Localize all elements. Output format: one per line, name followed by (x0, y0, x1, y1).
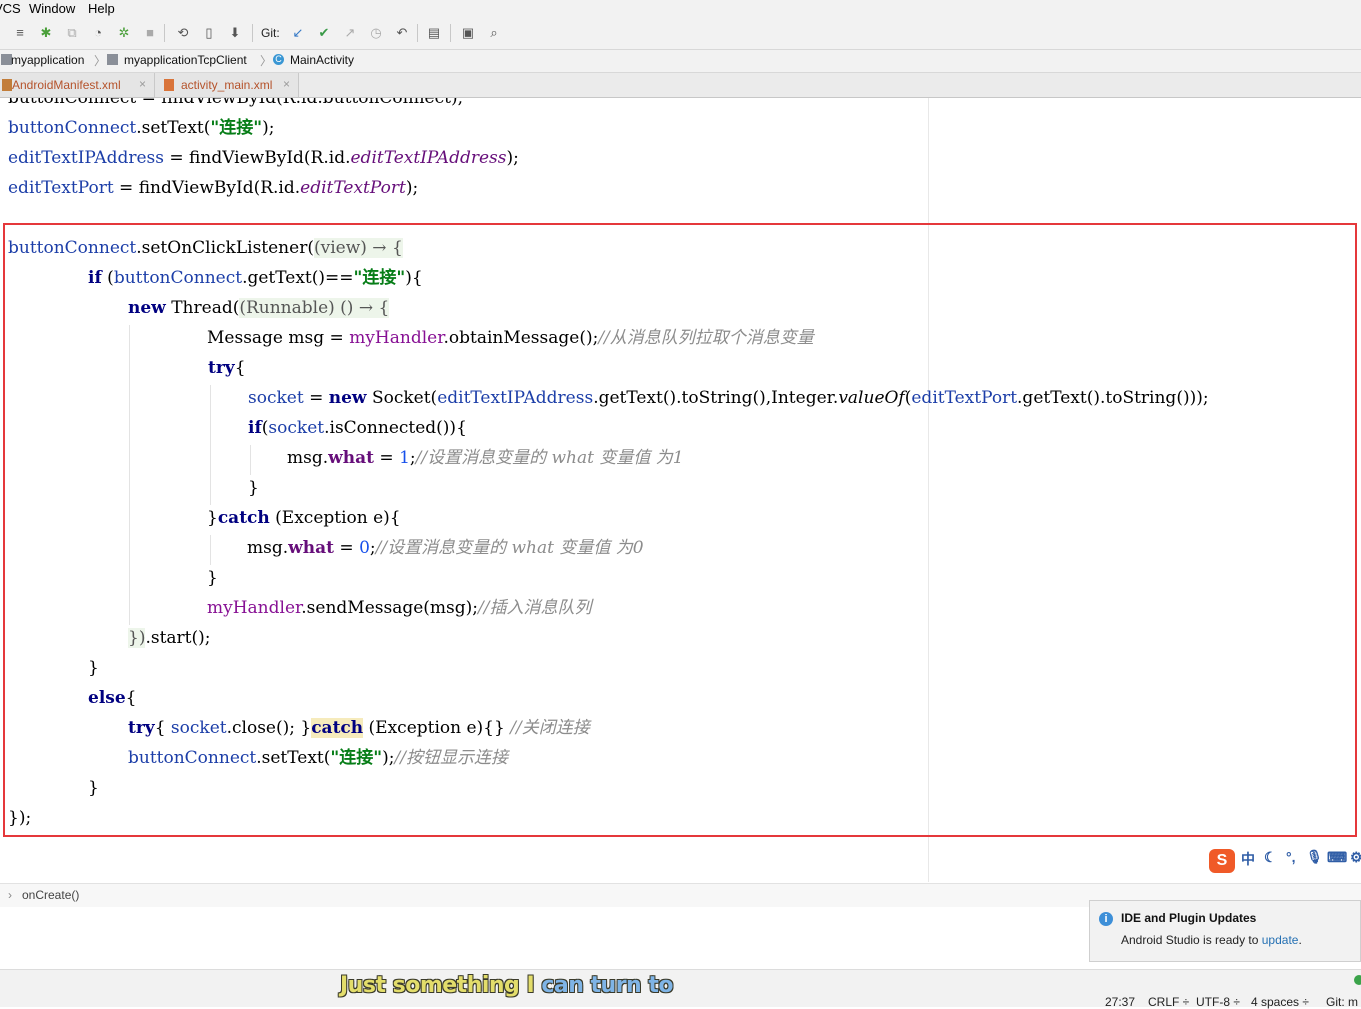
menu-window[interactable]: Window (29, 1, 75, 16)
static-field: editTextPort (300, 178, 406, 198)
stop-icon[interactable]: ■ (142, 25, 158, 41)
update-link[interactable]: update (1262, 933, 1299, 947)
git-history-icon[interactable]: ◷ (368, 25, 384, 41)
string-literal: "连接" (210, 118, 263, 138)
git-label: Git: (261, 26, 280, 40)
sogou-logo-icon[interactable]: S (1209, 849, 1235, 873)
notification-text: Android Studio is ready to (1121, 933, 1262, 947)
breadcrumb: myapplication 〉 myapplicationTcpClient 〉… (0, 50, 1361, 73)
xml-file-icon (2, 79, 12, 91)
code-line: editTextPort = findViewById(R.id.editTex… (8, 173, 418, 203)
tab-activity-main[interactable]: activity_main.xml × (155, 73, 299, 97)
settings-icon[interactable]: ⚙ (1350, 849, 1361, 866)
static-field: editTextIPAddress (350, 148, 507, 168)
sync-gradle-icon[interactable]: ⟲ (175, 25, 191, 41)
code-line: buttonConnect.setText("连接"); (8, 113, 274, 143)
video-subtitle: Just something I can turn to (340, 973, 674, 998)
identifier: editTextPort (8, 178, 114, 198)
menu-vcs[interactable]: VCS (0, 1, 21, 16)
breadcrumb-class[interactable]: MainActivity (290, 53, 354, 67)
identifier: editTextIPAddress (8, 148, 164, 168)
keyboard-icon[interactable]: ⌨ (1327, 849, 1347, 866)
subtitle-text-highlight: can turn to (541, 973, 674, 998)
terminal-icon[interactable]: ▣ (460, 25, 476, 41)
search-icon[interactable]: ⌕ (486, 25, 502, 41)
breadcrumb-separator-icon: 〉 (260, 54, 273, 68)
highlight-box (3, 223, 1357, 837)
ime-language[interactable]: 中 (1241, 849, 1255, 869)
git-push-icon[interactable]: ↗ (342, 25, 358, 41)
profile-icon[interactable]: ◔ (90, 25, 106, 41)
toolbar-separator (417, 24, 418, 42)
code-text: = findViewById(R.id. (163, 148, 351, 168)
structure-method[interactable]: onCreate() (22, 888, 79, 902)
breadcrumb-project[interactable]: myapplication (11, 53, 84, 67)
sdk-manager-icon[interactable]: ⬇ (227, 25, 243, 41)
code-text: ); (262, 118, 275, 138)
code-text: = findViewById(R.id. (113, 178, 301, 198)
toolbar-separator (252, 24, 253, 42)
tab-label: AndroidManifest.xml (12, 78, 121, 92)
make-project-icon[interactable]: ≡ (12, 25, 28, 41)
notification-body: Android Studio is ready to update. (1121, 933, 1302, 947)
code-text: ); (506, 148, 519, 168)
code-text: .setText( (136, 118, 211, 138)
breadcrumb-separator-icon: 〉 (94, 54, 107, 68)
layout-file-icon (164, 79, 174, 91)
update-notification[interactable]: i IDE and Plugin Updates Android Studio … (1089, 900, 1361, 962)
identifier: buttonConnect (8, 118, 137, 138)
subtitle-text: Just something I (340, 973, 542, 998)
close-icon[interactable]: × (139, 77, 146, 91)
apply-changes-icon[interactable]: ✲ (116, 25, 132, 41)
toolbar-separator (164, 24, 165, 42)
menu-help[interactable]: Help (88, 1, 115, 16)
info-icon: i (1099, 912, 1113, 926)
punctuation-icon[interactable]: °, (1286, 849, 1296, 865)
git-commit-icon[interactable]: ✔ (316, 25, 332, 41)
module-folder-icon (107, 54, 118, 65)
toolbar: ≡ ✱ ⧉ ◔ ✲ ■ ⟲ ▯ ⬇ Git: ↙ ✔ ↗ ◷ ↶ ▤ ▣ ⌕ (0, 18, 1361, 50)
breadcrumb-module[interactable]: myapplicationTcpClient (124, 53, 247, 67)
toolbar-separator (450, 24, 451, 42)
project-structure-icon[interactable]: ▤ (426, 25, 442, 41)
git-update-icon[interactable]: ↙ (290, 25, 306, 41)
notification-title: IDE and Plugin Updates (1121, 911, 1257, 925)
avd-manager-icon[interactable]: ▯ (201, 25, 217, 41)
debug-icon[interactable]: ✱ (38, 25, 54, 41)
notification-period: . (1298, 933, 1302, 947)
tab-label: activity_main.xml (181, 78, 273, 92)
chevron-right-icon: › (8, 888, 12, 902)
close-icon[interactable]: × (283, 77, 290, 91)
microphone-icon[interactable]: 🎙 (1306, 849, 1323, 865)
attach-debugger-icon[interactable]: ⧉ (64, 25, 80, 41)
tab-androidmanifest[interactable]: AndroidManifest.xml × (0, 73, 155, 97)
git-rollback-icon[interactable]: ↶ (394, 25, 410, 41)
code-line: editTextIPAddress = findViewById(R.id.ed… (8, 143, 519, 173)
moon-icon[interactable]: ☾ (1264, 849, 1277, 866)
class-icon: C (273, 54, 284, 65)
event-log-icon[interactable] (1354, 975, 1361, 985)
editor-tabs: AndroidManifest.xml × activity_main.xml … (0, 73, 1361, 98)
code-text: ); (405, 178, 419, 198)
ime-toolbar: S 中 ☾ °, 🎙 ⌨ ⚙ (1208, 845, 1361, 873)
menu-bar: VCS Window Help (0, 0, 1361, 18)
